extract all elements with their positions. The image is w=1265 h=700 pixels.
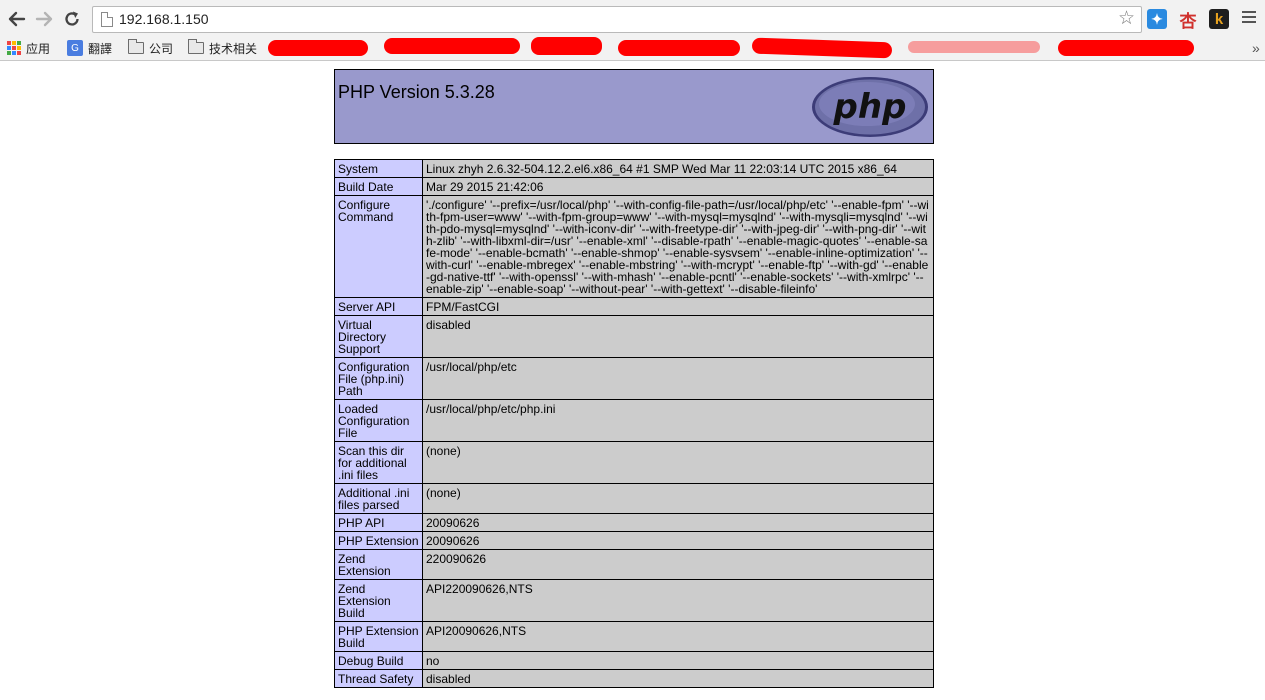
k-extension-icon[interactable]: k [1209, 9, 1229, 29]
table-row: Loaded Configuration File/usr/local/php/… [334, 399, 934, 442]
bookmark-folder-company[interactable]: 公司 [128, 39, 173, 57]
php-version-header: PHP Version 5.3.28 php [334, 69, 934, 144]
bookmarks-bar: 应用 G 翻譯 公司 技术相关 [0, 37, 1265, 59]
row-value: FPM/FastCGI [422, 297, 934, 316]
row-key: Scan this dir for additional .ini files [334, 441, 423, 484]
table-row: PHP API 20090626 [334, 513, 934, 532]
chrome-menu-icon[interactable] [1242, 11, 1256, 26]
apricot-extension-icon[interactable]: 杏 [1178, 9, 1198, 31]
row-key: PHP Extension [334, 531, 423, 550]
php-logo-icon: php [812, 77, 928, 137]
bookmark-translate-label: 翻譯 [88, 41, 113, 56]
translate-icon: G [67, 40, 83, 56]
row-value: no [422, 651, 934, 670]
row-key: Thread Safety [334, 669, 423, 688]
forward-arrow-icon [35, 11, 53, 27]
bookmark-tech-label: 技术相关 [209, 41, 258, 56]
row-key: Zend Extension [334, 549, 423, 580]
row-key: Configure Command [334, 195, 423, 298]
row-value: './configure' '--prefix=/usr/local/php' … [422, 195, 934, 298]
table-row: PHP Extension Build API20090626,NTS [334, 621, 934, 652]
table-row: Build Date Mar 29 2015 21:42:06 [334, 177, 934, 196]
back-arrow-icon [8, 11, 26, 27]
row-key: PHP Extension Build [334, 621, 423, 652]
redacted-bookmark[interactable] [268, 40, 368, 56]
row-key: Virtual Directory Support [334, 315, 423, 358]
row-value: disabled [422, 669, 934, 688]
forward-button[interactable] [33, 8, 55, 30]
row-value: /usr/local/php/etc [422, 357, 934, 400]
table-row: Virtual Directory Support disabled [334, 315, 934, 358]
row-value: Mar 29 2015 21:42:06 [422, 177, 934, 196]
bookmarks-more-icon[interactable]: » [1252, 40, 1260, 56]
table-row: Zend Extension 220090626 [334, 549, 934, 580]
row-value: 20090626 [422, 513, 934, 532]
table-row: Thread Safety disabled [334, 669, 934, 688]
redacted-bookmark[interactable] [531, 37, 602, 55]
redacted-bookmark[interactable] [908, 41, 1040, 53]
table-row: Server API FPM/FastCGI [334, 297, 934, 316]
bookmark-folder-tech[interactable]: 技术相关 [188, 39, 257, 57]
row-value: disabled [422, 315, 934, 358]
bookmark-apps[interactable]: 应用 [7, 39, 50, 57]
redacted-bookmark[interactable] [751, 37, 893, 59]
reload-button[interactable] [61, 8, 83, 30]
row-value: Linux zhyh 2.6.32-504.12.2.el6.x86_64 #1… [422, 159, 934, 178]
redacted-bookmark[interactable] [1058, 40, 1194, 56]
row-value: (none) [422, 441, 934, 484]
bookmark-translate[interactable]: G 翻譯 [67, 39, 112, 57]
table-row: Scan this dir for additional .ini files(… [334, 441, 934, 484]
row-value: 220090626 [422, 549, 934, 580]
address-bar[interactable]: 192.168.1.150 ☆ [92, 6, 1142, 33]
php-logo-text: php [833, 87, 907, 127]
php-info-table: System Linux zhyh 2.6.32-504.12.2.el6.x86… [334, 159, 934, 688]
php-version-title: PHP Version 5.3.28 [338, 82, 495, 102]
row-key: Zend Extension Build [334, 579, 423, 622]
bookmark-company-label: 公司 [149, 41, 174, 56]
address-url[interactable]: 192.168.1.150 [119, 11, 209, 27]
row-key: Server API [334, 297, 423, 316]
apps-grid-icon [7, 41, 21, 55]
reload-icon [65, 11, 79, 26]
page-content: PHP Version 5.3.28 php System Linux zhyh … [0, 62, 1265, 700]
folder-icon [188, 39, 204, 54]
row-value: API20090626,NTS [422, 621, 934, 652]
redacted-bookmark[interactable] [384, 38, 520, 54]
row-value: (none) [422, 483, 934, 514]
row-key: Build Date [334, 177, 423, 196]
page-icon [101, 12, 113, 27]
row-key: System [334, 159, 423, 178]
row-key: Loaded Configuration File [334, 399, 423, 442]
row-key: Debug Build [334, 651, 423, 670]
table-row: PHP Extension 20090626 [334, 531, 934, 550]
row-value: /usr/local/php/etc/php.ini [422, 399, 934, 442]
table-row: Debug Build no [334, 651, 934, 670]
bird-extension-icon[interactable]: ✦ [1147, 9, 1167, 29]
table-row: System Linux zhyh 2.6.32-504.12.2.el6.x86… [334, 159, 934, 178]
row-key: PHP API [334, 513, 423, 532]
table-row: Configuration File (php.ini) Path/usr/lo… [334, 357, 934, 400]
row-key: Configuration File (php.ini) Path [334, 357, 423, 400]
back-button[interactable] [6, 8, 28, 30]
folder-icon [128, 39, 144, 54]
table-row: Configure Command './configure' '--prefix… [334, 195, 934, 298]
table-row: Zend Extension Build API220090626,NTS [334, 579, 934, 622]
bookmark-star-icon[interactable]: ☆ [1118, 9, 1135, 29]
row-value: API220090626,NTS [422, 579, 934, 622]
row-value: 20090626 [422, 531, 934, 550]
table-row: Additional .ini files parsed (none) [334, 483, 934, 514]
redacted-bookmark[interactable] [618, 40, 740, 56]
bookmark-apps-label: 应用 [26, 41, 51, 56]
browser-chrome: 192.168.1.150 ☆ ✦ 杏 k 应用 G 翻譯 公司 技术相关 » [0, 0, 1265, 61]
row-key: Additional .ini files parsed [334, 483, 423, 514]
